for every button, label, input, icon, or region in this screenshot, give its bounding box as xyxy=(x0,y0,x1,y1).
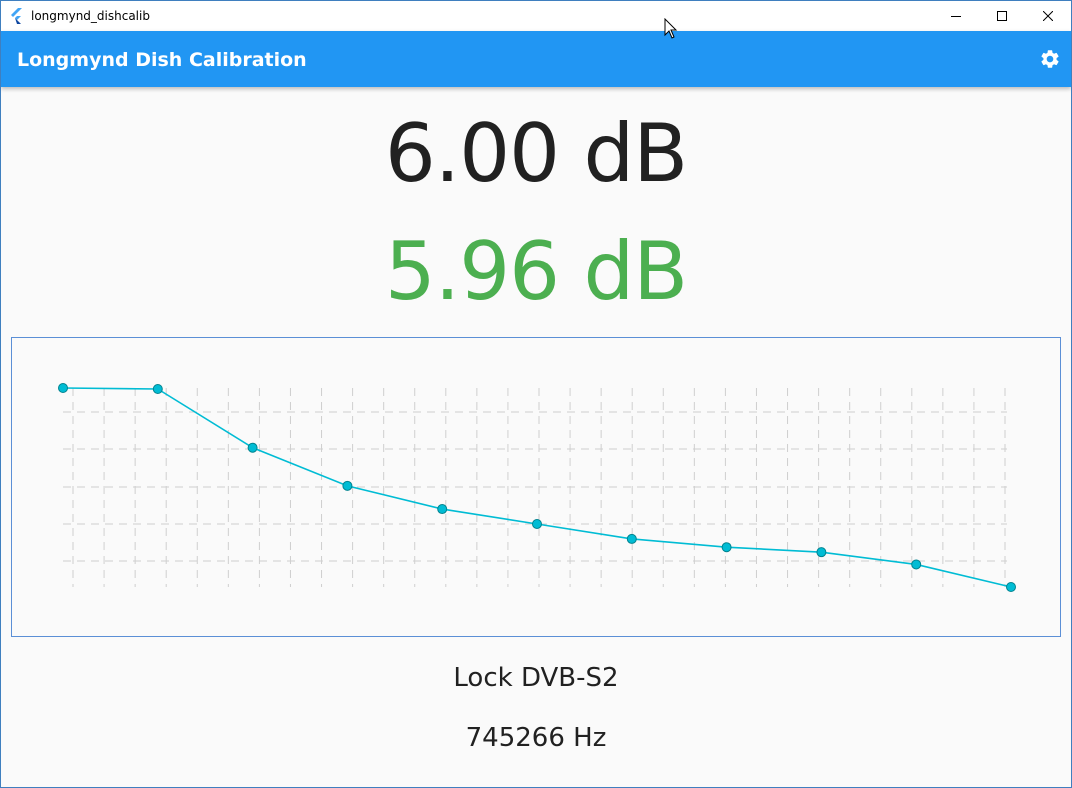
window-titlebar[interactable]: longmynd_dishcalib xyxy=(1,1,1071,31)
signal-history-chart xyxy=(11,337,1061,637)
app-bar: Longmynd Dish Calibration xyxy=(1,31,1071,87)
data-point xyxy=(342,480,353,491)
maximize-icon xyxy=(997,11,1007,21)
window-title: longmynd_dishcalib xyxy=(31,9,150,23)
maximize-button[interactable] xyxy=(979,1,1025,31)
gear-icon[interactable] xyxy=(1039,48,1061,70)
app-window: longmynd_dishcalib Longmynd Dish Calibra… xyxy=(0,0,1072,788)
data-point xyxy=(437,504,448,515)
lock-status: Lock DVB-S2 xyxy=(453,663,619,693)
chart-canvas xyxy=(58,383,1016,592)
data-point xyxy=(247,442,258,453)
data-point xyxy=(1006,582,1016,592)
data-point xyxy=(911,559,922,570)
data-point xyxy=(532,518,542,529)
frequency-readout: 745266 Hz xyxy=(465,723,607,753)
close-button[interactable] xyxy=(1025,1,1071,31)
data-point xyxy=(626,533,637,544)
current-level-reading: 5.96 dB xyxy=(384,225,688,318)
data-point xyxy=(721,542,732,553)
minimize-button[interactable] xyxy=(933,1,979,31)
app-bar-title: Longmynd Dish Calibration xyxy=(17,49,307,71)
data-point xyxy=(58,383,68,393)
target-level-reading: 6.00 dB xyxy=(384,107,688,200)
close-icon xyxy=(1043,11,1053,21)
data-point xyxy=(152,383,163,394)
mouse-cursor-icon xyxy=(664,18,678,39)
minimize-icon xyxy=(951,16,961,17)
data-point xyxy=(816,547,827,558)
flutter-logo-icon xyxy=(11,8,22,24)
